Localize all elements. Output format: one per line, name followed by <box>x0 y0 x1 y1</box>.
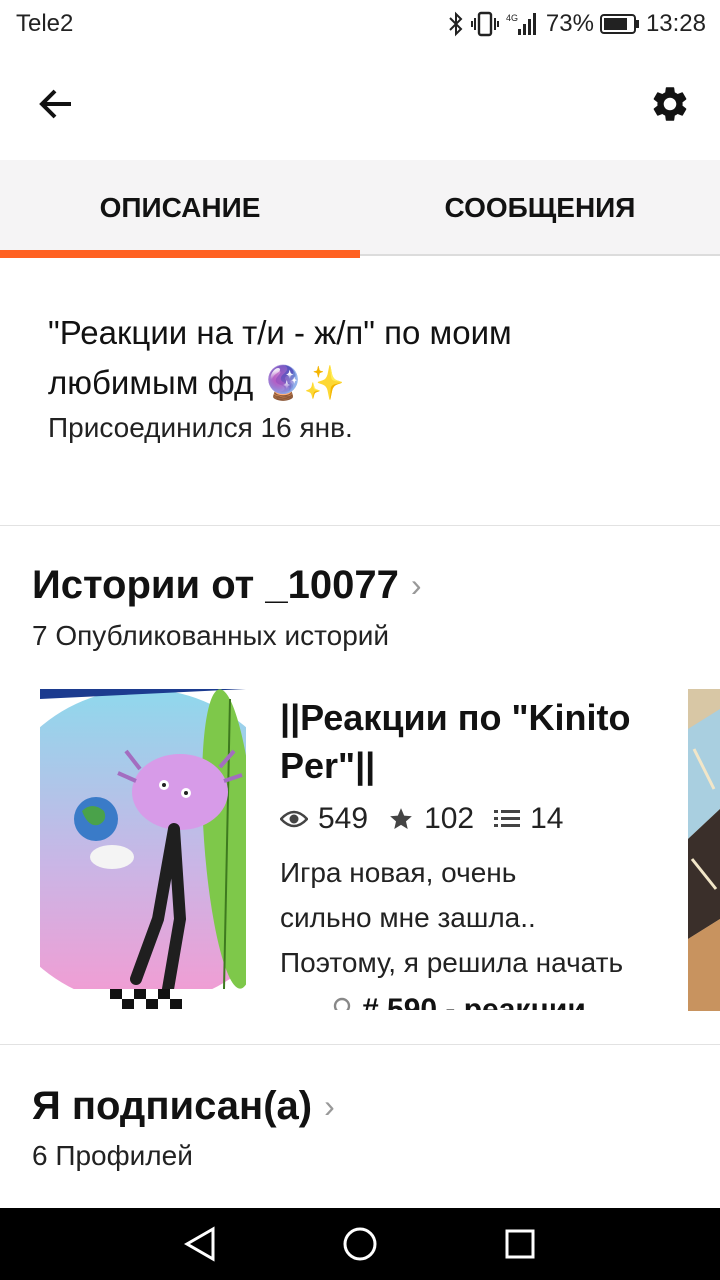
status-bar: Tele2 4G 73% 13:28 <box>0 0 720 48</box>
views-stat: 549 <box>280 802 368 836</box>
votes-count: 102 <box>424 802 475 835</box>
story-title: ||Реакции по "Kinito Per"|| <box>280 697 631 786</box>
story-description-line: сильно мне зашла.. <box>280 902 536 933</box>
story-description: Игра новая, очень сильно мне зашла.. Поэ… <box>280 850 642 985</box>
votes-stat: 102 <box>388 802 474 836</box>
app-bar <box>0 48 720 160</box>
profile-tabs: ОПИСАНИЕ СООБЩЕНИЯ <box>0 160 720 258</box>
settings-button[interactable] <box>638 74 702 134</box>
recents-square-icon <box>505 1229 535 1259</box>
back-button[interactable] <box>24 74 88 134</box>
status-icons: 4G 73% 13:28 <box>448 8 706 40</box>
next-story-cover[interactable] <box>688 689 720 1011</box>
nav-recents-button[interactable] <box>490 1214 550 1274</box>
nav-home-button[interactable] <box>330 1214 390 1274</box>
home-circle-icon <box>343 1227 377 1261</box>
chevron-right-icon: › <box>410 567 422 603</box>
system-nav-bar <box>0 1208 720 1280</box>
eye-icon <box>280 810 308 828</box>
tab-messages[interactable]: СООБЩЕНИЯ <box>360 160 720 256</box>
story-description-line: Игра новая, очень <box>280 857 517 888</box>
following-title: Я подписан(а) <box>32 1084 313 1128</box>
profile-description: "Реакции на т/и - ж/п" по моим любимым ф… <box>48 308 668 444</box>
following-count: 6 Профилей <box>32 1140 193 1171</box>
rank-text: # 590 - реакции <box>362 993 586 1010</box>
story-stats: 549 102 14 <box>280 802 660 836</box>
svg-text:4G: 4G <box>506 13 518 23</box>
story-description-line: Поэтому, я решила начать <box>280 947 624 978</box>
stories-count: 7 Опубликованных историй <box>32 620 390 651</box>
stories-title: Истории от _10077 <box>32 563 399 607</box>
divider <box>0 525 720 526</box>
clock: 13:28 <box>645 10 706 37</box>
tab-description[interactable]: ОПИСАНИЕ <box>0 160 360 258</box>
story-card[interactable]: ||Реакции по "Kinito Per"|| 549 102 14 И… <box>280 694 660 1010</box>
ribbon-icon <box>333 997 351 1010</box>
nav-back-button[interactable] <box>170 1214 230 1274</box>
carrier-name: Tele2 <box>16 10 74 37</box>
vibrate-icon <box>470 11 500 37</box>
chevron-right-icon: › <box>324 1088 335 1124</box>
divider <box>0 1044 720 1045</box>
stories-header[interactable]: Истории от _10077 › <box>32 563 422 608</box>
views-count: 549 <box>318 802 369 835</box>
parts-count: 14 <box>530 802 564 835</box>
parts-stat: 14 <box>494 802 564 836</box>
battery-percent: 73% <box>545 10 594 37</box>
description-text-block: "Реакции на т/и - ж/п" по моим любимым ф… <box>48 308 668 408</box>
following-header[interactable]: Я подписан(а) › <box>32 1084 335 1129</box>
description-emoji: 🔮✨ <box>262 364 345 401</box>
bluetooth-icon <box>448 11 464 37</box>
signal-icon: 4G <box>506 11 540 37</box>
battery-icon <box>599 13 640 35</box>
story-cover-art <box>40 689 246 1011</box>
next-story-cover-art <box>688 689 720 1011</box>
back-triangle-icon <box>183 1226 215 1262</box>
story-cover[interactable] <box>40 689 246 1011</box>
list-icon <box>494 810 521 827</box>
joined-date: Присоединился 16 янв. <box>48 412 353 443</box>
arrow-left-icon <box>39 89 71 119</box>
gear-icon <box>653 87 687 121</box>
star-icon <box>390 808 412 829</box>
story-rank: # 590 - реакции <box>332 993 660 1010</box>
